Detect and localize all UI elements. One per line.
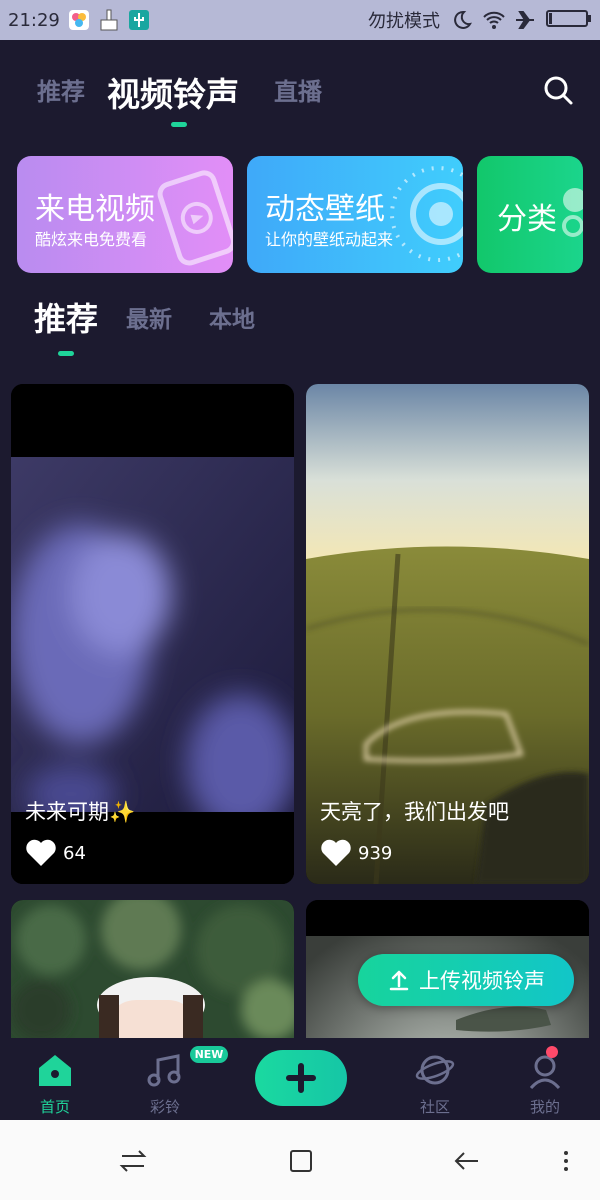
like-count[interactable]: 939 (320, 839, 392, 867)
plus-icon (286, 1063, 316, 1093)
heart-icon (321, 839, 351, 866)
notification-dot (546, 1046, 558, 1058)
top-header: 推荐 视频铃声 直播 (0, 40, 600, 140)
active-tab-indicator (171, 122, 187, 127)
app-notification-icon (68, 9, 90, 31)
video-grid: 未来可期✨ 64 天亮了，我们出发吧 939 (0, 384, 600, 1038)
upload-ringtone-button[interactable]: 上传视频铃声 (358, 954, 574, 1006)
more-menu-icon[interactable] (556, 1146, 586, 1176)
video-title: 未来可期✨ (25, 800, 136, 824)
status-time: 21:29 (8, 9, 60, 31)
add-button[interactable] (255, 1050, 347, 1106)
nav-community[interactable]: 社区 (385, 1038, 485, 1120)
card-title: 分类 (497, 202, 557, 237)
tab-recommend[interactable]: 推荐 (37, 72, 85, 107)
like-count[interactable]: 64 (25, 839, 86, 867)
video-title: 天亮了，我们出发吧 (320, 800, 509, 824)
status-bar: 21:29 勿扰模式 (0, 0, 600, 40)
subtab-indicator (58, 351, 74, 356)
video-card[interactable]: 未来可期✨ 64 (11, 384, 294, 884)
category-cards: 来电视频 酷炫来电免费看 动态壁纸 让你的壁纸动起来 分类 (0, 156, 600, 274)
subtab-local[interactable]: 本地 (209, 300, 255, 334)
nav-label: 我的 (529, 1098, 560, 1116)
nav-home[interactable]: 首页 (5, 1038, 105, 1120)
card-subtitle: 酷炫来电免费看 (35, 230, 148, 249)
search-icon[interactable] (542, 74, 574, 106)
system-nav-bar (0, 1120, 600, 1200)
nav-label: 首页 (39, 1098, 70, 1116)
like-number: 64 (63, 842, 86, 864)
sub-tabs: 推荐 最新 本地 (0, 290, 600, 360)
switch-apps-icon[interactable] (118, 1146, 148, 1176)
profile-icon (529, 1055, 561, 1090)
tab-live[interactable]: 直播 (274, 72, 322, 107)
nav-label: 彩铃 (149, 1098, 180, 1116)
upload-button-label: 上传视频铃声 (419, 969, 545, 993)
new-badge: NEW (190, 1046, 228, 1063)
subtab-recommend[interactable]: 推荐 (34, 294, 98, 340)
nav-label: 社区 (419, 1098, 450, 1116)
video-card[interactable] (11, 900, 294, 1038)
airplane-icon (514, 9, 536, 31)
heart-icon (26, 839, 56, 866)
like-number: 939 (358, 842, 393, 864)
subtab-latest[interactable]: 最新 (126, 300, 172, 334)
card-title: 来电视频 (35, 192, 155, 227)
card-subtitle: 让你的壁纸动起来 (265, 230, 394, 249)
home-square-icon[interactable] (286, 1146, 316, 1176)
broom-icon (98, 9, 120, 31)
wifi-icon (482, 9, 505, 31)
dnd-mode-text: 勿扰模式 (368, 11, 440, 32)
bottom-nav: 首页 彩铃 NEW 社区 我的 (0, 1038, 600, 1120)
incoming-call-video-card[interactable]: 来电视频 酷炫来电免费看 (17, 156, 233, 273)
music-note-icon (147, 1054, 181, 1087)
video-thumbnail (11, 900, 294, 1038)
usb-icon (128, 9, 150, 31)
nav-profile[interactable]: 我的 (495, 1038, 595, 1120)
home-icon (39, 1055, 71, 1086)
battery-icon (546, 8, 592, 33)
category-card[interactable]: 分类 (477, 156, 583, 273)
card-title: 动态壁纸 (265, 192, 385, 227)
live-wallpaper-card[interactable]: 动态壁纸 让你的壁纸动起来 (247, 156, 463, 273)
video-card[interactable]: 天亮了，我们出发吧 939 (306, 384, 589, 884)
back-arrow-icon[interactable] (452, 1146, 482, 1176)
tab-video-ringtone[interactable]: 视频铃声 (107, 68, 239, 116)
moon-icon (450, 9, 472, 31)
upload-icon (389, 970, 409, 991)
planet-icon (415, 1055, 455, 1085)
